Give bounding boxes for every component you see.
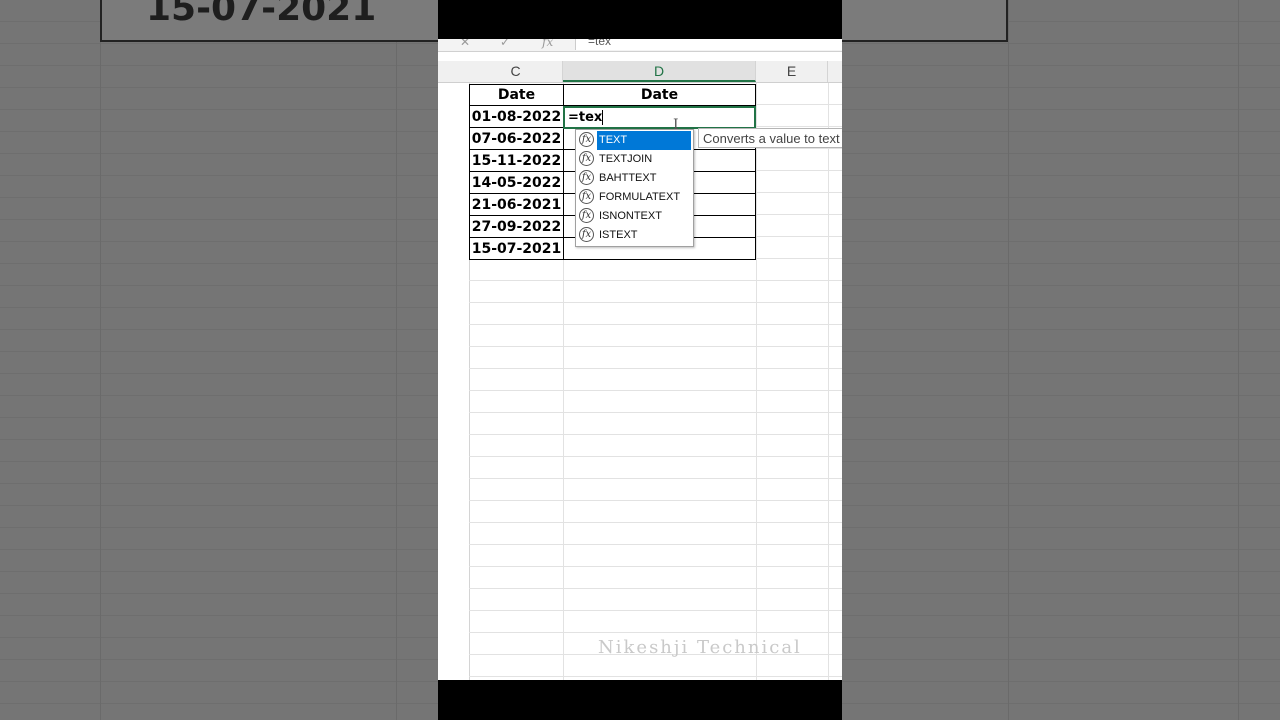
function-autocomplete-list[interactable]: fx TEXT fx TEXTJOIN fx BAHTTEXT fx FORMU… (575, 129, 694, 247)
check-icon[interactable]: ✓ (500, 39, 510, 49)
bg-grid-line (396, 0, 397, 720)
autocomplete-item-text[interactable]: fx TEXT (576, 131, 691, 150)
autocomplete-item-label: BAHTTEXT (599, 172, 657, 184)
function-icon: fx (579, 208, 594, 223)
column-header-e[interactable]: E (756, 61, 828, 82)
date-cell[interactable]: 15-07-2021 (469, 238, 564, 260)
date-cell[interactable]: 07-06-2022 (469, 128, 564, 150)
autocomplete-item-textjoin[interactable]: fx TEXTJOIN (576, 150, 691, 169)
background-right (842, 0, 1280, 720)
watermark: Nikeshji Technical (598, 637, 802, 658)
autocomplete-item-istext[interactable]: fx ISTEXT (576, 226, 691, 245)
close-icon[interactable]: ✕ (460, 39, 470, 49)
function-icon: fx (579, 132, 594, 147)
active-cell-formula: =tex (568, 110, 603, 125)
autocomplete-item-formulatext[interactable]: fx FORMULATEXT (576, 188, 691, 207)
grid-line (828, 83, 829, 680)
bg-date-text: 15-07-2021 (146, 0, 377, 29)
date-cell[interactable]: 15-11-2022 (469, 150, 564, 172)
date-cell[interactable]: 14-05-2022 (469, 172, 564, 194)
autocomplete-item-label: FORMULATEXT (599, 191, 681, 203)
column-header-c[interactable]: C (469, 61, 563, 82)
active-cell-text: =tex (568, 110, 604, 125)
function-tooltip: Converts a value to text (698, 128, 842, 148)
formula-input[interactable]: =tex (575, 39, 842, 50)
bg-grid-line (1008, 0, 1009, 720)
autocomplete-item-isnontext[interactable]: fx ISNONTEXT (576, 207, 691, 226)
spreadsheet: ✕ ✓ fx =tex C D E Date Date 01-08-2022 0… (438, 39, 842, 680)
autocomplete-item-bahttext[interactable]: fx BAHTTEXT (576, 169, 691, 188)
bg-grid-line (100, 0, 101, 720)
date-cell[interactable]: 27-09-2022 (469, 216, 564, 238)
date-cell[interactable]: 21-06-2021 (469, 194, 564, 216)
bg-banner (842, 0, 1008, 42)
formula-bar: ✕ ✓ fx =tex (438, 39, 842, 52)
background-left: 15-07-2021 (0, 0, 438, 720)
column-header-d[interactable]: D (563, 61, 756, 82)
function-icon: fx (579, 170, 594, 185)
formula-input-text: =tex (588, 39, 612, 48)
autocomplete-item-label: ISNONTEXT (599, 210, 662, 222)
autocomplete-item-label: TEXTJOIN (599, 153, 653, 165)
header-cell-c[interactable]: Date (469, 84, 564, 106)
active-cell-editor[interactable]: =tex (563, 106, 756, 129)
function-icon: fx (579, 151, 594, 166)
bg-grid-line (1238, 0, 1239, 720)
function-icon: fx (579, 189, 594, 204)
header-cell-d[interactable]: Date (563, 84, 756, 106)
autocomplete-item-label: TEXT (597, 131, 691, 150)
grid-line (756, 83, 757, 680)
date-cell[interactable]: 01-08-2022 (469, 106, 564, 128)
column-headers: C D E (438, 61, 842, 83)
fx-button[interactable]: fx (542, 39, 553, 49)
row-header-strip (438, 61, 470, 680)
function-icon: fx (579, 227, 594, 242)
video-frame: ✕ ✓ fx =tex C D E Date Date 01-08-2022 0… (438, 0, 842, 720)
text-caret (602, 110, 604, 125)
autocomplete-item-label: ISTEXT (599, 229, 638, 241)
